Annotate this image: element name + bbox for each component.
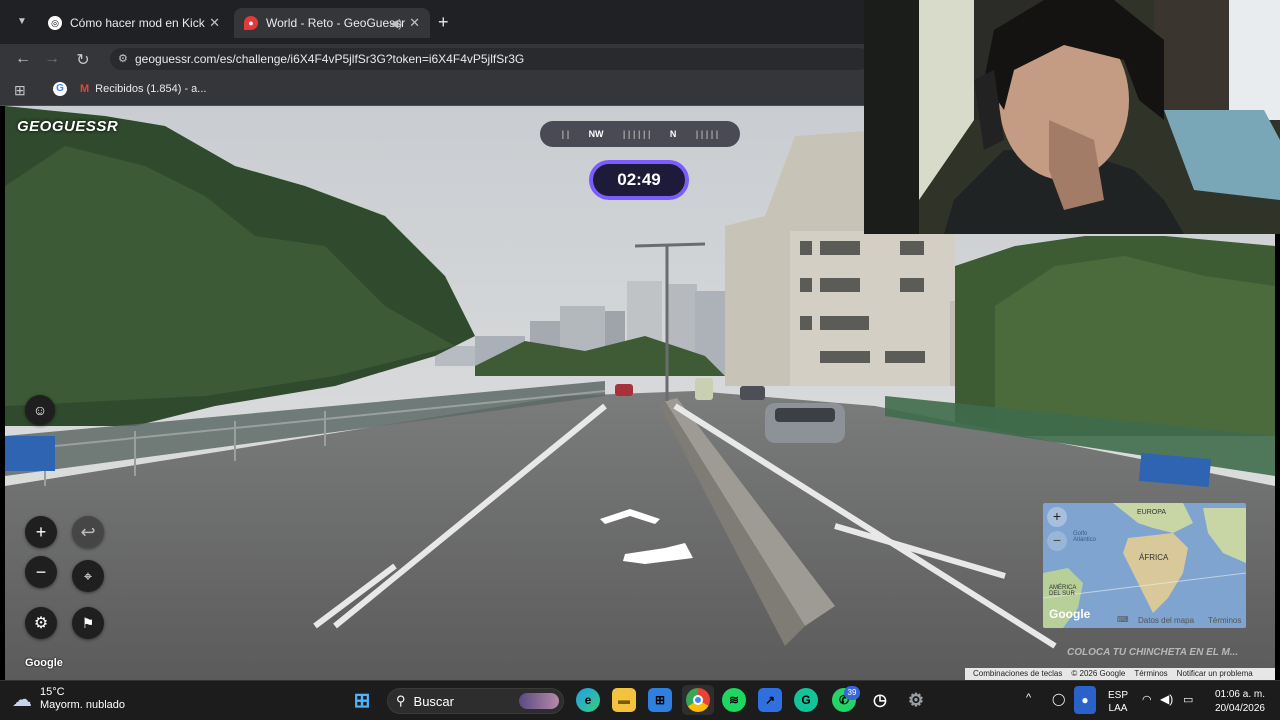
webcam-overlay [864,0,1280,234]
return-to-start-button[interactable]: ⌖ [72,560,104,592]
layout-code: LAA [1108,703,1128,714]
microphone-icon[interactable]: ● [1074,686,1096,714]
taskbar-search[interactable]: ⚲ Buscar [387,688,564,714]
chrome-center [693,695,703,705]
keyboard-shortcuts-link[interactable]: Combinaciones de teclas [973,668,1062,680]
tab-kick[interactable]: ◎ Cómo hacer mod en Kick ✕ [38,8,230,38]
timer-text: 02:49 [617,170,661,189]
forward-icon[interactable]: → [42,50,62,68]
apps-grid-icon[interactable]: ⊞ [14,82,26,99]
battery-icon[interactable]: ▭ [1183,693,1193,706]
close-tab-icon[interactable]: ✕ [209,15,220,31]
bookmark-gmail[interactable]: M Recibidos (1.854) - a... [80,83,206,95]
tab-title: Cómo hacer mod en Kick [70,16,205,30]
url-bar[interactable]: ⚙ geoguessr.com/es/challenge/i6X4F4vP5jl… [110,48,870,70]
chrome-icon[interactable] [686,688,710,712]
app-icon[interactable]: ↗ [758,688,782,712]
compass-ticks: | | [561,129,570,139]
gmail-icon: M [80,83,90,95]
minimap-terms[interactable]: Términos [1208,616,1241,625]
minimap-label-america: AMÉRICA DEL SUR [1049,585,1077,597]
logo-text: GEOGUESSR [17,118,119,135]
tab-search-button[interactable]: ▼ [12,12,32,32]
minimap-zoom-out[interactable]: − [1047,531,1067,551]
back-icon[interactable]: ← [13,50,33,68]
compass-n: N [669,129,677,139]
openai-icon: ◎ [48,16,62,30]
grammarly-icon[interactable]: G [794,688,818,712]
location-pin-icon: ● [244,16,258,30]
audio-icon[interactable]: ◀) [390,17,402,30]
tab-title: World - Reto - GeoGuessr [266,16,406,30]
google-bookmark-icon[interactable]: G [53,82,67,96]
flag-button[interactable]: ⚑ [72,607,104,639]
tab-geoguessr[interactable]: ● World - Reto - GeoGuessr ◀) ✕ [234,8,430,38]
minimap-data: Datos del mapa [1138,616,1195,625]
volume-icon[interactable]: ◀) [1160,692,1173,706]
copyright-text: © 2026 Google [1071,669,1126,678]
language-indicator[interactable]: ESP LAA [1108,689,1128,715]
tray-overflow-icon[interactable]: ^ [1026,692,1031,704]
keyboard-icon[interactable]: ⌨ [1117,615,1129,624]
geoguessr-logo[interactable]: GEOGUESSR [17,118,118,135]
site-info-icon[interactable]: ⚙ [118,52,128,65]
settings-app-icon[interactable]: ⚙ [904,688,928,712]
windows-start-icon[interactable]: ⊞ [350,688,374,712]
minimap-label-europa: EUROPA [1137,509,1167,516]
compass: | | NW | | | | | | N | | | | | [540,121,740,147]
cloud-icon: ☁ [12,688,32,711]
clock-date: 20/04/2026 [1214,703,1265,714]
map-footer: Combinaciones de teclas © 2026 Google Té… [965,668,1275,680]
weather-temp: 15°C [40,686,65,698]
compass-ticks: | | | | | [695,129,719,139]
terms-link[interactable]: Términos [1134,668,1167,680]
weather-desc: Mayorm. nublado [40,699,125,711]
url-text: geoguessr.com/es/challenge/i6X4F4vP5jlfS… [135,52,525,66]
clock[interactable]: 01:06 a. m. 20/04/2026 [1205,688,1265,716]
webcam-image [864,0,1280,234]
file-explorer-icon[interactable]: ▬ [612,688,636,712]
clock-time: 01:06 a. m. [1214,689,1265,700]
place-pin-button[interactable]: COLOCA TU CHINCHETA EN EL M... [1045,641,1248,665]
weather-text: 15°C Mayorm. nublado [40,686,125,712]
search-icon: ⚲ [396,693,406,708]
reload-icon[interactable]: ↻ [73,50,93,70]
zoom-in-button[interactable]: + [25,516,57,548]
undo-button[interactable]: ↩ [72,516,104,548]
tray-app-icon[interactable]: ◯ [1052,692,1065,706]
microsoft-store-icon[interactable]: ⊞ [648,688,672,712]
google-watermark: Google [25,657,63,669]
spotify-icon[interactable]: ≋ [722,688,746,712]
edge-icon[interactable]: e [576,688,600,712]
close-tab-icon[interactable]: ✕ [409,15,420,31]
minimap[interactable]: EUROPA ÁFRICA AMÉRICA DEL SUR Golfo Atlá… [1043,503,1246,628]
minimap-label-africa: ÁFRICA [1139,553,1169,562]
compass-ticks: | | | | | | [622,129,651,139]
new-tab-button[interactable]: + [438,12,449,33]
minimap-zoom-in[interactable]: + [1047,507,1067,527]
settings-button[interactable]: ⚙ [25,607,57,639]
place-pin-label: COLOCA TU CHINCHETA EN EL M... [1067,647,1239,658]
bookmark-label: Recibidos (1.854) - a... [95,83,207,95]
weather-widget[interactable]: ☁ 15°C Mayorm. nublado [12,686,125,712]
minimap-label-ocean: Golfo Atlántico [1073,531,1097,543]
compass-nw: NW [588,129,604,139]
zoom-out-button[interactable]: − [25,556,57,588]
language-code: ESP [1108,690,1129,701]
wifi-icon[interactable]: ◠ [1142,693,1152,706]
search-label: Buscar [413,693,454,709]
timer: 02:49 [589,160,689,200]
search-highlight-image [519,693,559,709]
report-problem-link[interactable]: Notificar un problema [1177,668,1253,680]
clock-app-icon[interactable]: ◷ [868,688,892,712]
emote-button[interactable]: ☺ [25,395,55,425]
minimap-google: Google [1049,607,1091,621]
whatsapp-badge: 39 [844,686,860,700]
